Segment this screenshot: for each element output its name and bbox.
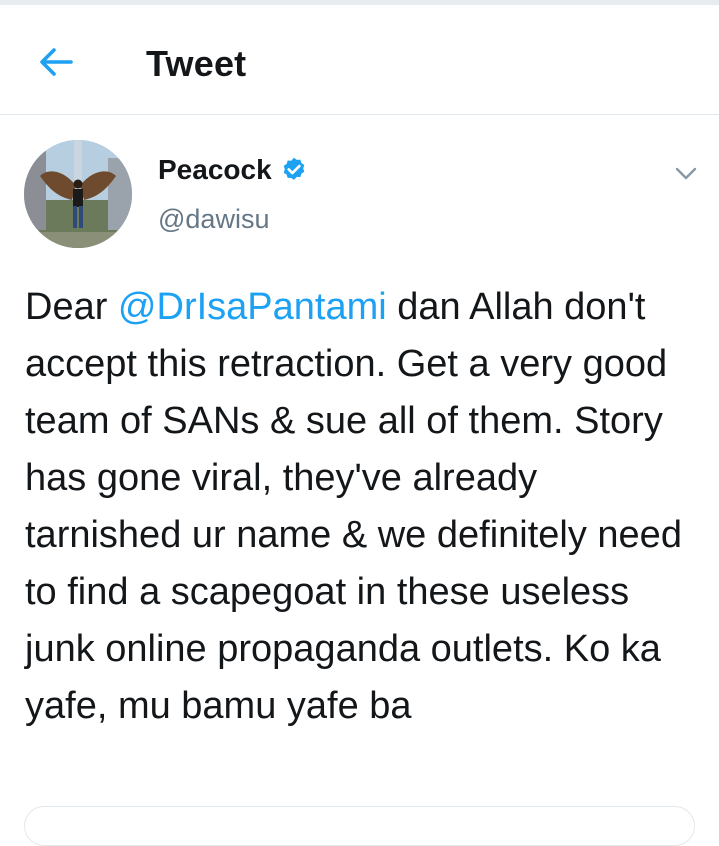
avatar-image [24, 140, 132, 248]
avatar[interactable] [24, 140, 132, 248]
page-title: Tweet [146, 43, 247, 84]
tweet-detail: Peacock @dawisu Dear @DrIsaPantami dan A… [0, 116, 719, 846]
mention-link[interactable]: @DrIsaPantami [118, 286, 387, 328]
tweet-text: Dear @DrIsaPantami dan Allah don't accep… [25, 279, 695, 735]
arrow-left-icon [40, 48, 73, 76]
author-name-row[interactable]: Peacock [158, 154, 308, 186]
author-handle[interactable]: @dawisu [158, 204, 269, 235]
top-app-bar: Tweet [0, 5, 719, 115]
author-display-name[interactable]: Peacock [158, 154, 272, 186]
tweet-menu-button[interactable] [672, 160, 700, 188]
tweet-text-segment: dan Allah don't accept this retraction. … [25, 286, 682, 727]
back-button[interactable] [34, 43, 78, 81]
chevron-down-icon [675, 167, 697, 180]
tweet-actions-container [24, 806, 695, 846]
tweet-text-segment: Dear [25, 286, 118, 328]
verified-badge-icon [280, 156, 308, 184]
